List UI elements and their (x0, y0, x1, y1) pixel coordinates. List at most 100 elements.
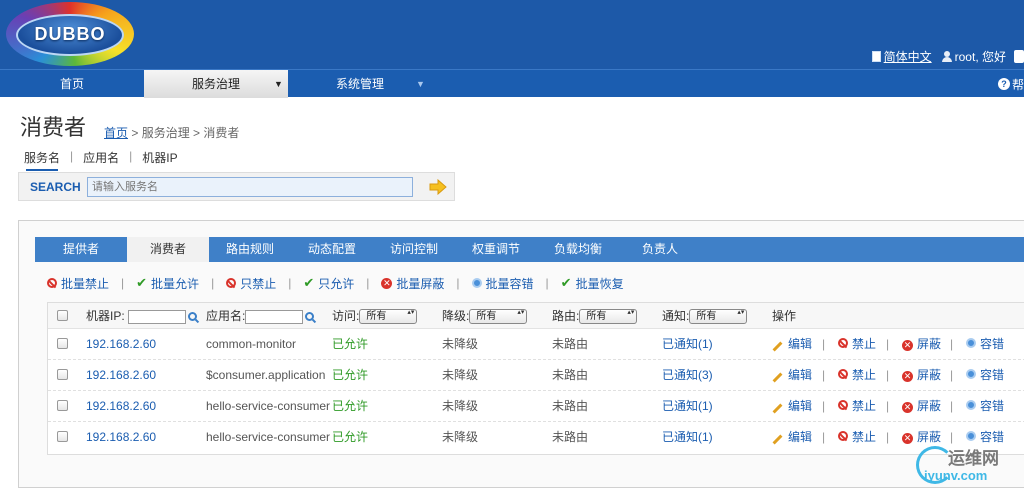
dubbo-logo[interactable]: DUBBO (6, 2, 134, 66)
pencil-icon (772, 372, 783, 383)
tab-access-control[interactable]: 访问控制 (373, 237, 455, 262)
separator: | (288, 276, 292, 290)
check-icon: ✔ (136, 275, 148, 290)
language-link[interactable]: 简体中文 (871, 48, 932, 65)
row-degrade: 未降级 (442, 337, 479, 351)
ban-button[interactable]: 禁止 (838, 391, 876, 422)
check-icon: ✔ (560, 275, 572, 290)
only-allow-button[interactable]: ✔ 只允许 (303, 275, 354, 292)
row-ip-link[interactable]: 192.168.2.60 (86, 391, 156, 422)
row-checkbox[interactable] (57, 369, 68, 380)
tolerate-button[interactable]: 容错 (966, 391, 1004, 422)
ban-button[interactable]: 禁止 (838, 329, 876, 360)
batch-ban-button[interactable]: 批量禁止 (47, 275, 109, 292)
check-icon: ✔ (303, 275, 315, 290)
search-tab-machine-ip[interactable]: 机器IP (142, 149, 177, 166)
batch-actions: 批量禁止 | ✔ 批量允许 | 只禁止 | ✔ 只允许 | ✕ 批量屏蔽 | 批量容错… (47, 275, 624, 291)
help-icon: ? (997, 78, 1010, 90)
edit-button[interactable]: 编辑 (772, 391, 812, 422)
degrade-filter-select[interactable]: 所有 (469, 309, 528, 325)
ban-button[interactable]: 禁止 (838, 360, 876, 391)
header-label: 通知: (662, 309, 690, 323)
search-icon[interactable] (305, 312, 315, 322)
select-all-checkbox[interactable] (57, 310, 68, 321)
breadcrumb-trail: > 服务治理 > 消费者 (131, 126, 240, 140)
tab-consumers[interactable]: 消费者 (127, 237, 209, 262)
row-notify-link[interactable]: 已通知(1) (662, 422, 713, 453)
edit-button[interactable]: 编辑 (772, 329, 812, 360)
batch-allow-button[interactable]: ✔ 批量允许 (136, 275, 199, 292)
ban-icon (838, 400, 848, 410)
op-label: 容错 (980, 368, 1005, 382)
op-label: 编辑 (788, 368, 813, 382)
row-ip-link[interactable]: 192.168.2.60 (86, 329, 156, 360)
separator: | (822, 368, 826, 382)
row-degrade: 未降级 (442, 430, 479, 444)
nav-item-home[interactable]: 首页 (0, 70, 144, 98)
shield-button[interactable]: ✕ 屏蔽 (902, 329, 941, 360)
shield-x-icon: ✕ (381, 277, 393, 289)
search-tab-app-name[interactable]: 应用名 (83, 149, 119, 166)
batch-recover-button[interactable]: ✔ 批量恢复 (561, 275, 624, 292)
row-checkbox[interactable] (57, 400, 68, 411)
tolerate-button[interactable]: 容错 (966, 360, 1004, 391)
op-label: 容错 (980, 337, 1005, 351)
row-app: hello-service-consumer (206, 430, 331, 444)
row-checkbox[interactable] (57, 338, 68, 349)
row-notify-link[interactable]: 已通知(3) (662, 360, 713, 391)
row-notify-link[interactable]: 已通知(1) (662, 329, 713, 360)
ban-button[interactable]: 禁止 (838, 422, 876, 453)
separator: | (822, 430, 826, 444)
tab-owner[interactable]: 负责人 (619, 237, 701, 262)
ip-filter-input[interactable] (128, 309, 187, 324)
access-filter-select[interactable]: 所有 (359, 309, 418, 325)
edit-button[interactable]: 编辑 (772, 422, 812, 453)
logo-text: DUBBO (34, 24, 106, 44)
row-ip-link[interactable]: 192.168.2.60 (86, 360, 156, 391)
route-filter-select[interactable]: 所有 (579, 309, 638, 325)
tab-load-balance[interactable]: 负载均衡 (537, 237, 619, 262)
only-ban-button[interactable]: 只禁止 (226, 275, 276, 292)
row-notify-link[interactable]: 已通知(1) (662, 391, 713, 422)
arrow-right-icon[interactable] (429, 179, 447, 195)
separator: | (886, 337, 890, 351)
edit-button[interactable]: 编辑 (772, 360, 812, 391)
op-label: 禁止 (852, 368, 877, 382)
watermark-text: 运维网 (948, 449, 999, 468)
op-label: 屏蔽 (917, 337, 942, 351)
tab-weight-adjust[interactable]: 权重调节 (455, 237, 537, 262)
nav-item-service-governance[interactable]: 服务治理 ▼ (144, 70, 288, 98)
app-header: DUBBO 简体中文 root, 您好 (0, 0, 1024, 69)
shield-x-icon: ✕ (902, 402, 913, 413)
row-checkbox[interactable] (57, 431, 68, 442)
row-route: 未路由 (552, 337, 589, 351)
notify-filter-select[interactable]: 所有 (689, 309, 748, 325)
breadcrumb-home-link[interactable]: 首页 (104, 126, 128, 140)
shield-button[interactable]: ✕ 屏蔽 (902, 391, 941, 422)
separator: | (950, 399, 954, 413)
batch-shield-button[interactable]: ✕ 批量屏蔽 (381, 275, 444, 292)
tab-dynamic-config[interactable]: 动态配置 (291, 237, 373, 262)
breadcrumb: 首页 > 服务治理 > 消费者 (104, 124, 239, 141)
search-icon[interactable] (188, 312, 198, 322)
search-tab-service-name[interactable]: 服务名 (24, 149, 60, 171)
row-access: 已允许 (332, 430, 369, 444)
table-row: 192.168.2.60 hello-service-consumer 已允许 … (48, 422, 1024, 453)
filter-notify: 通知: 所有 (662, 303, 748, 329)
table-row: 192.168.2.60 hello-service-consumer 已允许 … (48, 391, 1024, 422)
tolerate-button[interactable]: 容错 (966, 329, 1004, 360)
tolerate-icon (471, 278, 482, 288)
watermark-sub: iyunv.com (924, 468, 988, 483)
help-link[interactable]: ? 帮 (997, 76, 1024, 92)
nav-item-system-management[interactable]: 系统管理 ▼ (288, 70, 432, 98)
search-input[interactable] (87, 177, 413, 197)
row-degrade: 未降级 (442, 368, 479, 382)
app-filter-input[interactable] (245, 309, 304, 324)
batch-tolerate-button[interactable]: 批量容错 (471, 275, 534, 292)
tab-providers[interactable]: 提供者 (35, 237, 127, 262)
shield-button[interactable]: ✕ 屏蔽 (902, 360, 941, 391)
logout-icon[interactable] (1014, 49, 1024, 63)
dropdown-arrow-icon: ▼ (274, 79, 283, 89)
tab-routing-rules[interactable]: 路由规则 (209, 237, 291, 262)
row-ip-link[interactable]: 192.168.2.60 (86, 422, 156, 453)
